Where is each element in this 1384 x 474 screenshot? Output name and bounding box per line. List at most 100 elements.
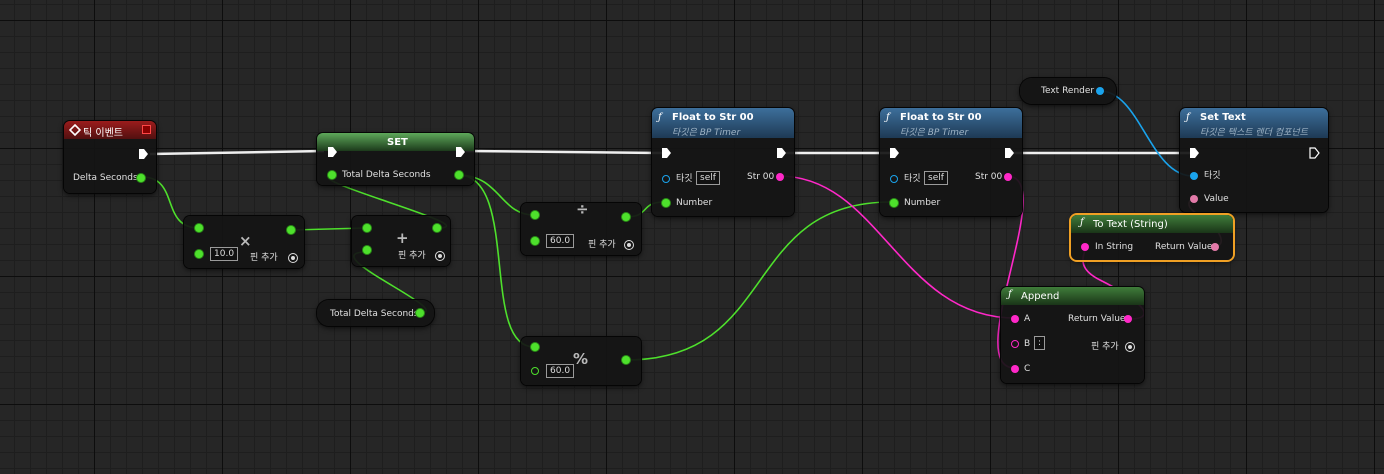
- total-delta-getter-node[interactable]: Total Delta Seconds: [317, 300, 434, 326]
- pin-label: 타깃: [676, 174, 693, 184]
- value-field[interactable]: 60.0: [546, 234, 575, 248]
- function-icon: ƒ: [1008, 289, 1012, 300]
- function-icon: ƒ: [1186, 112, 1190, 123]
- add-pin-icon[interactable]: [1125, 342, 1135, 352]
- exec-wire: [149, 149, 325, 156]
- divide-node[interactable]: 60.0 ÷ 핀 추가: [521, 200, 641, 255]
- variable-label: Total Delta Seconds: [330, 309, 419, 319]
- target-pin[interactable]: [1190, 172, 1198, 180]
- divide-icon: ÷: [576, 200, 589, 218]
- tick-event-node[interactable]: 틱 이벤트 Delta Seconds: [64, 121, 156, 193]
- c-pin[interactable]: [1011, 365, 1019, 373]
- pin-label: In String: [1095, 242, 1134, 252]
- pin-label: Delta Seconds: [73, 173, 138, 183]
- output-pin[interactable]: [416, 309, 424, 317]
- pin-label: Str 00: [975, 172, 1003, 182]
- node-title: Append: [1021, 291, 1060, 302]
- add-node[interactable]: + 핀 추가: [352, 216, 450, 266]
- modulo-icon: %: [573, 350, 589, 368]
- add-pin-label[interactable]: 핀 추가: [250, 253, 278, 263]
- node-title: Set Text: [1200, 112, 1246, 123]
- output-pin[interactable]: [287, 226, 295, 234]
- variable-label: Text Render: [1041, 86, 1095, 96]
- pin-label: C: [1024, 364, 1031, 374]
- add-pin-icon[interactable]: [624, 240, 634, 250]
- output-pin[interactable]: [1096, 87, 1104, 95]
- a-pin[interactable]: [1011, 315, 1019, 323]
- input-b-pin[interactable]: [531, 367, 539, 375]
- pin-label: Total Delta Seconds: [342, 170, 431, 180]
- value-in-pin[interactable]: [328, 171, 336, 179]
- b-field[interactable]: :: [1034, 336, 1046, 350]
- function-icon: ƒ: [1080, 217, 1084, 228]
- input-b-pin[interactable]: [363, 246, 371, 254]
- pin-label: Return Value: [1155, 242, 1213, 252]
- add-icon: +: [396, 229, 409, 247]
- input-a-pin[interactable]: [531, 211, 539, 219]
- pin-label: B: [1024, 339, 1031, 349]
- return-value-pin[interactable]: [1211, 243, 1219, 251]
- input-b-pin[interactable]: [195, 250, 203, 258]
- delta-seconds-pin[interactable]: [137, 174, 145, 182]
- input-a-pin[interactable]: [531, 343, 539, 351]
- pin-label: 타깃: [904, 174, 921, 184]
- float-to-str-node-1[interactable]: ƒ Float to Str 00 타깃은 BP Timer 타깃 self S…: [652, 108, 794, 216]
- add-pin-label[interactable]: 핀 추가: [1091, 342, 1119, 352]
- value-field[interactable]: 10.0: [210, 247, 239, 261]
- input-a-pin[interactable]: [195, 224, 203, 232]
- str-output-pin[interactable]: [1004, 173, 1012, 181]
- output-pin[interactable]: [433, 224, 441, 232]
- node-subtitle: 타깃은 BP Timer: [672, 128, 741, 138]
- pin-label: Return Value: [1068, 314, 1126, 324]
- exec-wire: [465, 149, 665, 155]
- append-node[interactable]: ƒ Append A Return Value B : 핀 추가 C: [1001, 287, 1144, 383]
- pin-label: Value: [1204, 194, 1229, 204]
- target-field[interactable]: self: [696, 171, 720, 185]
- value-pin[interactable]: [1190, 195, 1198, 203]
- pin-label: Number: [904, 198, 941, 208]
- node-title: To Text (String): [1093, 219, 1168, 230]
- str-output-pin[interactable]: [776, 173, 784, 181]
- return-value-pin[interactable]: [1124, 315, 1132, 323]
- b-pin[interactable]: [1011, 340, 1019, 348]
- number-pin[interactable]: [662, 199, 670, 207]
- add-pin-label[interactable]: 핀 추가: [398, 251, 426, 261]
- multiply-icon: ×: [239, 232, 252, 250]
- input-a-pin[interactable]: [363, 224, 371, 232]
- in-string-pin[interactable]: [1081, 243, 1089, 251]
- output-pin[interactable]: [622, 213, 630, 221]
- node-title: 틱 이벤트: [83, 128, 123, 139]
- text-render-getter-node[interactable]: Text Render: [1020, 78, 1116, 104]
- pin-label: A: [1024, 314, 1031, 324]
- value-field[interactable]: 60.0: [546, 364, 575, 378]
- target-pin[interactable]: [890, 175, 898, 183]
- modulo-node[interactable]: 60.0 %: [521, 337, 641, 385]
- pin-label: 타깃: [1204, 171, 1221, 181]
- set-variable-node[interactable]: SET Total Delta Seconds: [317, 133, 474, 185]
- node-title: SET: [387, 137, 408, 148]
- target-field[interactable]: self: [924, 171, 948, 185]
- event-icon: [69, 124, 81, 136]
- float-to-str-node-2[interactable]: ƒ Float to Str 00 타깃은 BP Timer 타깃 self S…: [880, 108, 1022, 216]
- output-pin[interactable]: [622, 356, 630, 364]
- float-wire: [625, 201, 892, 361]
- set-text-node[interactable]: ƒ Set Text 타깃은 텍스트 렌더 컴포넌트 타깃 Value: [1180, 108, 1328, 212]
- node-subtitle: 타깃은 BP Timer: [900, 128, 969, 138]
- function-icon: ƒ: [658, 112, 662, 123]
- add-pin-icon[interactable]: [288, 253, 298, 263]
- node-subtitle: 타깃은 텍스트 렌더 컴포넌트: [1200, 128, 1308, 138]
- target-pin[interactable]: [662, 175, 670, 183]
- node-title: Float to Str 00: [900, 112, 982, 123]
- add-pin-label[interactable]: 핀 추가: [588, 240, 616, 250]
- pin-label: Number: [676, 198, 713, 208]
- node-title: Float to Str 00: [672, 112, 754, 123]
- multiply-node[interactable]: 10.0 × 핀 추가: [184, 216, 304, 268]
- add-pin-icon[interactable]: [435, 251, 445, 261]
- function-icon: ƒ: [886, 112, 890, 123]
- number-pin[interactable]: [890, 199, 898, 207]
- value-out-pin[interactable]: [455, 171, 463, 179]
- input-b-pin[interactable]: [531, 237, 539, 245]
- delegate-icon[interactable]: [142, 125, 151, 134]
- to-text-node[interactable]: ƒ To Text (String) In String Return Valu…: [1071, 215, 1233, 260]
- float-wire: [457, 174, 535, 348]
